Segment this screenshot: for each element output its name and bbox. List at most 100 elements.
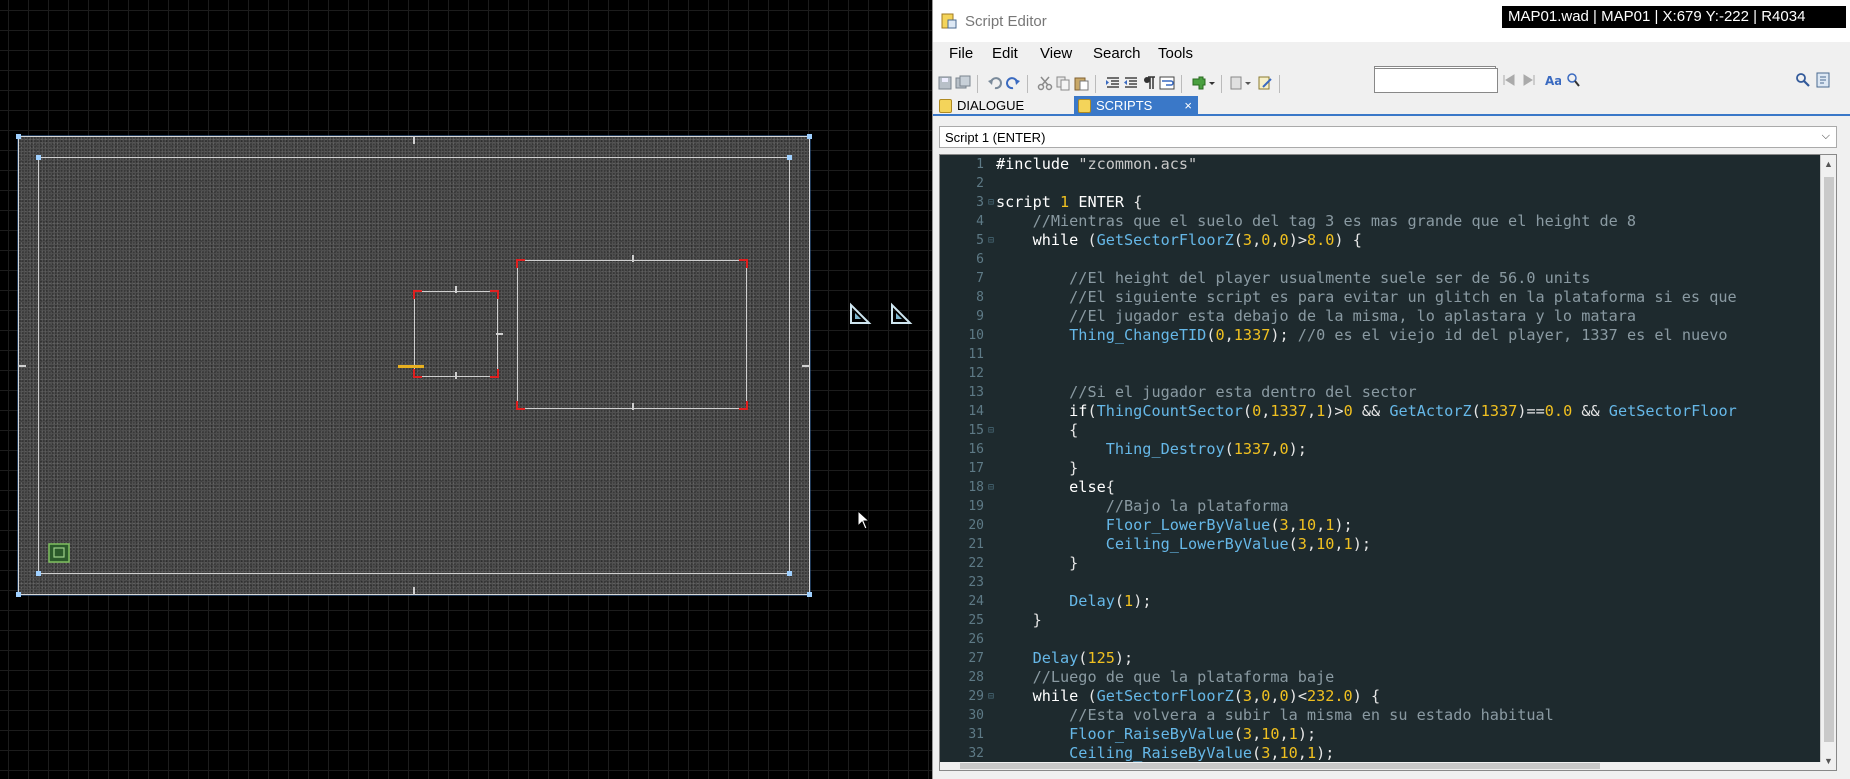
map-view[interactable] [0,0,932,779]
vertex[interactable] [807,134,812,139]
compile-icon[interactable] [1257,75,1273,91]
outdent-icon[interactable] [1123,75,1139,91]
find-input[interactable] [1374,68,1498,93]
save-icon[interactable] [937,75,953,91]
code-line[interactable]: 31 Floor_RaiseByValue(3,10,1); [940,725,1822,744]
scroll-down-icon[interactable]: ▼ [1824,756,1833,766]
find-replace-icon[interactable] [1565,72,1581,88]
menu-tools[interactable]: Tools [1158,45,1193,62]
code-line[interactable]: 2 [940,174,1822,193]
menu-view[interactable]: View [1040,45,1072,62]
code-line[interactable]: 23 [940,573,1822,592]
scroll-up-icon[interactable]: ▲ [1824,159,1833,169]
vertex[interactable] [16,134,21,139]
code-line[interactable]: 30 //Esta volvera a subir la misma en su… [940,706,1822,725]
code-line[interactable]: 26 [940,630,1822,649]
code-line[interactable]: 20 Floor_LowerByValue(3,10,1); [940,516,1822,535]
code-line[interactable]: 13 //Si el jugador esta dentro del secto… [940,383,1822,402]
menu-bar: File Edit View Search Tools [933,42,1850,67]
vertex[interactable] [36,571,41,576]
code-editor[interactable]: 1 #include "zcommon.acs" 2 3 ⊟ script 1 ENTER… [939,154,1837,771]
paste-icon[interactable] [1073,75,1089,91]
find-previous-icon[interactable] [1502,73,1516,87]
scrollbar-thumb[interactable] [1824,177,1834,742]
code-line[interactable]: 4 //Mientras que el suelo del tag 3 es m… [940,212,1822,231]
code-line[interactable]: 7 //El height del player usualmente suel… [940,269,1822,288]
vertex[interactable] [36,155,41,160]
code-line[interactable]: 10 Thing_ChangeTID(0,1337); //0 es el vi… [940,326,1822,345]
search-icon[interactable] [1795,72,1811,88]
copy-icon[interactable] [1055,75,1071,91]
map-sector-small[interactable] [414,291,498,377]
vertical-scrollbar[interactable]: ▲ ▼ [1820,155,1836,770]
code-line[interactable]: 11 [940,345,1822,364]
fold-toggle-icon[interactable]: ⊟ [988,478,994,497]
word-wrap-icon[interactable] [1159,75,1175,91]
code-line[interactable]: 3 ⊟ script 1 ENTER { [940,193,1822,212]
linedef-tick [413,587,415,595]
cut-icon[interactable] [1037,75,1053,91]
player-start-marker[interactable] [398,365,424,368]
code-text: if(ThingCountSector(0,1337,1)>0 && GetAc… [1069,402,1737,420]
code-line[interactable]: 1 #include "zcommon.acs" [940,155,1822,174]
code-line[interactable]: 25 } [940,611,1822,630]
code-line[interactable]: 22 } [940,554,1822,573]
line-number: 28 [968,670,984,685]
match-case-icon[interactable]: Aa [1545,72,1561,88]
code-line[interactable]: 14 if(ThingCountSector(0,1337,1)>0 && Ge… [940,402,1822,421]
code-line[interactable]: 32 Ceiling_RaiseByValue(3,10,1); [940,744,1822,763]
code-line[interactable]: 16 Thing_Destroy(1337,0); [940,440,1822,459]
menu-search[interactable]: Search [1093,45,1141,62]
menu-file[interactable]: File [949,45,973,62]
code-line[interactable]: 21 Ceiling_LowerByValue(3,10,1); [940,535,1822,554]
player-start-icon[interactable] [48,543,70,563]
fold-toggle-icon[interactable]: ⊟ [988,687,994,706]
map-sector-platform[interactable] [517,260,747,409]
code-line[interactable]: 12 [940,364,1822,383]
thing-marker-icon[interactable] [889,302,913,326]
chevron-down-icon[interactable]: ⌵ [1822,130,1830,143]
horizontal-scrollbar[interactable] [940,762,1822,770]
code-line[interactable]: 18 ⊟ else{ [940,478,1822,497]
code-lines[interactable]: 1 #include "zcommon.acs" 2 3 ⊟ script 1 ENTER… [940,155,1822,763]
script-selector[interactable]: Script 1 (ENTER) ⌵ [939,126,1837,148]
code-line[interactable]: 6 [940,250,1822,269]
thing-marker-icon[interactable] [848,302,872,326]
code-line[interactable]: 27 Delay(125); [940,649,1822,668]
fold-toggle-icon[interactable]: ⊟ [988,421,994,440]
close-tab-icon[interactable]: × [1184,98,1192,113]
redo-icon[interactable] [1005,75,1021,91]
menu-edit[interactable]: Edit [992,45,1018,62]
code-line[interactable]: 17 } [940,459,1822,478]
code-line[interactable]: 19 //Bajo la plataforma [940,497,1822,516]
tab-dialogue[interactable]: DIALOGUE [935,96,1063,116]
line-number: 5 [976,233,984,248]
code-line[interactable]: 28 //Luego de que la plataforma baje [940,668,1822,687]
undo-icon[interactable] [987,75,1003,91]
fold-toggle-icon[interactable]: ⊟ [988,193,994,212]
vertex[interactable] [787,155,792,160]
vertex[interactable] [787,571,792,576]
tab-scripts[interactable]: SCRIPTS × [1074,96,1198,116]
find-next-icon[interactable] [1522,73,1536,87]
open-script-icon[interactable] [1815,71,1833,89]
code-line[interactable]: 9 //El jugador esta debajo de la misma, … [940,307,1822,326]
script-options-icon[interactable] [1229,75,1253,91]
code-line[interactable]: 5 ⊟ while (GetSectorFloorZ(3,0,0)>8.0) { [940,231,1822,250]
svg-text:Aa: Aa [1545,74,1561,88]
code-line[interactable]: 24 Delay(1); [940,592,1822,611]
paragraph-icon[interactable] [1141,75,1157,91]
scrollbar-thumb[interactable] [960,763,1600,769]
vertex[interactable] [807,592,812,597]
fold-toggle-icon[interactable]: ⊟ [988,231,994,250]
save-all-icon[interactable] [955,75,971,91]
code-text: //El siguiente script es para evitar un … [1069,288,1737,306]
toolbar-separator [977,75,978,93]
indent-icon[interactable] [1105,75,1121,91]
code-line[interactable]: 8 //El siguiente script es para evitar u… [940,288,1822,307]
script-tabs: DIALOGUE SCRIPTS × [933,96,1850,116]
code-line[interactable]: 29 ⊟ while (GetSectorFloorZ(3,0,0)<232.0)… [940,687,1822,706]
vertex[interactable] [16,592,21,597]
insert-snippet-icon[interactable] [1191,75,1215,91]
code-line[interactable]: 15 ⊟ { [940,421,1822,440]
